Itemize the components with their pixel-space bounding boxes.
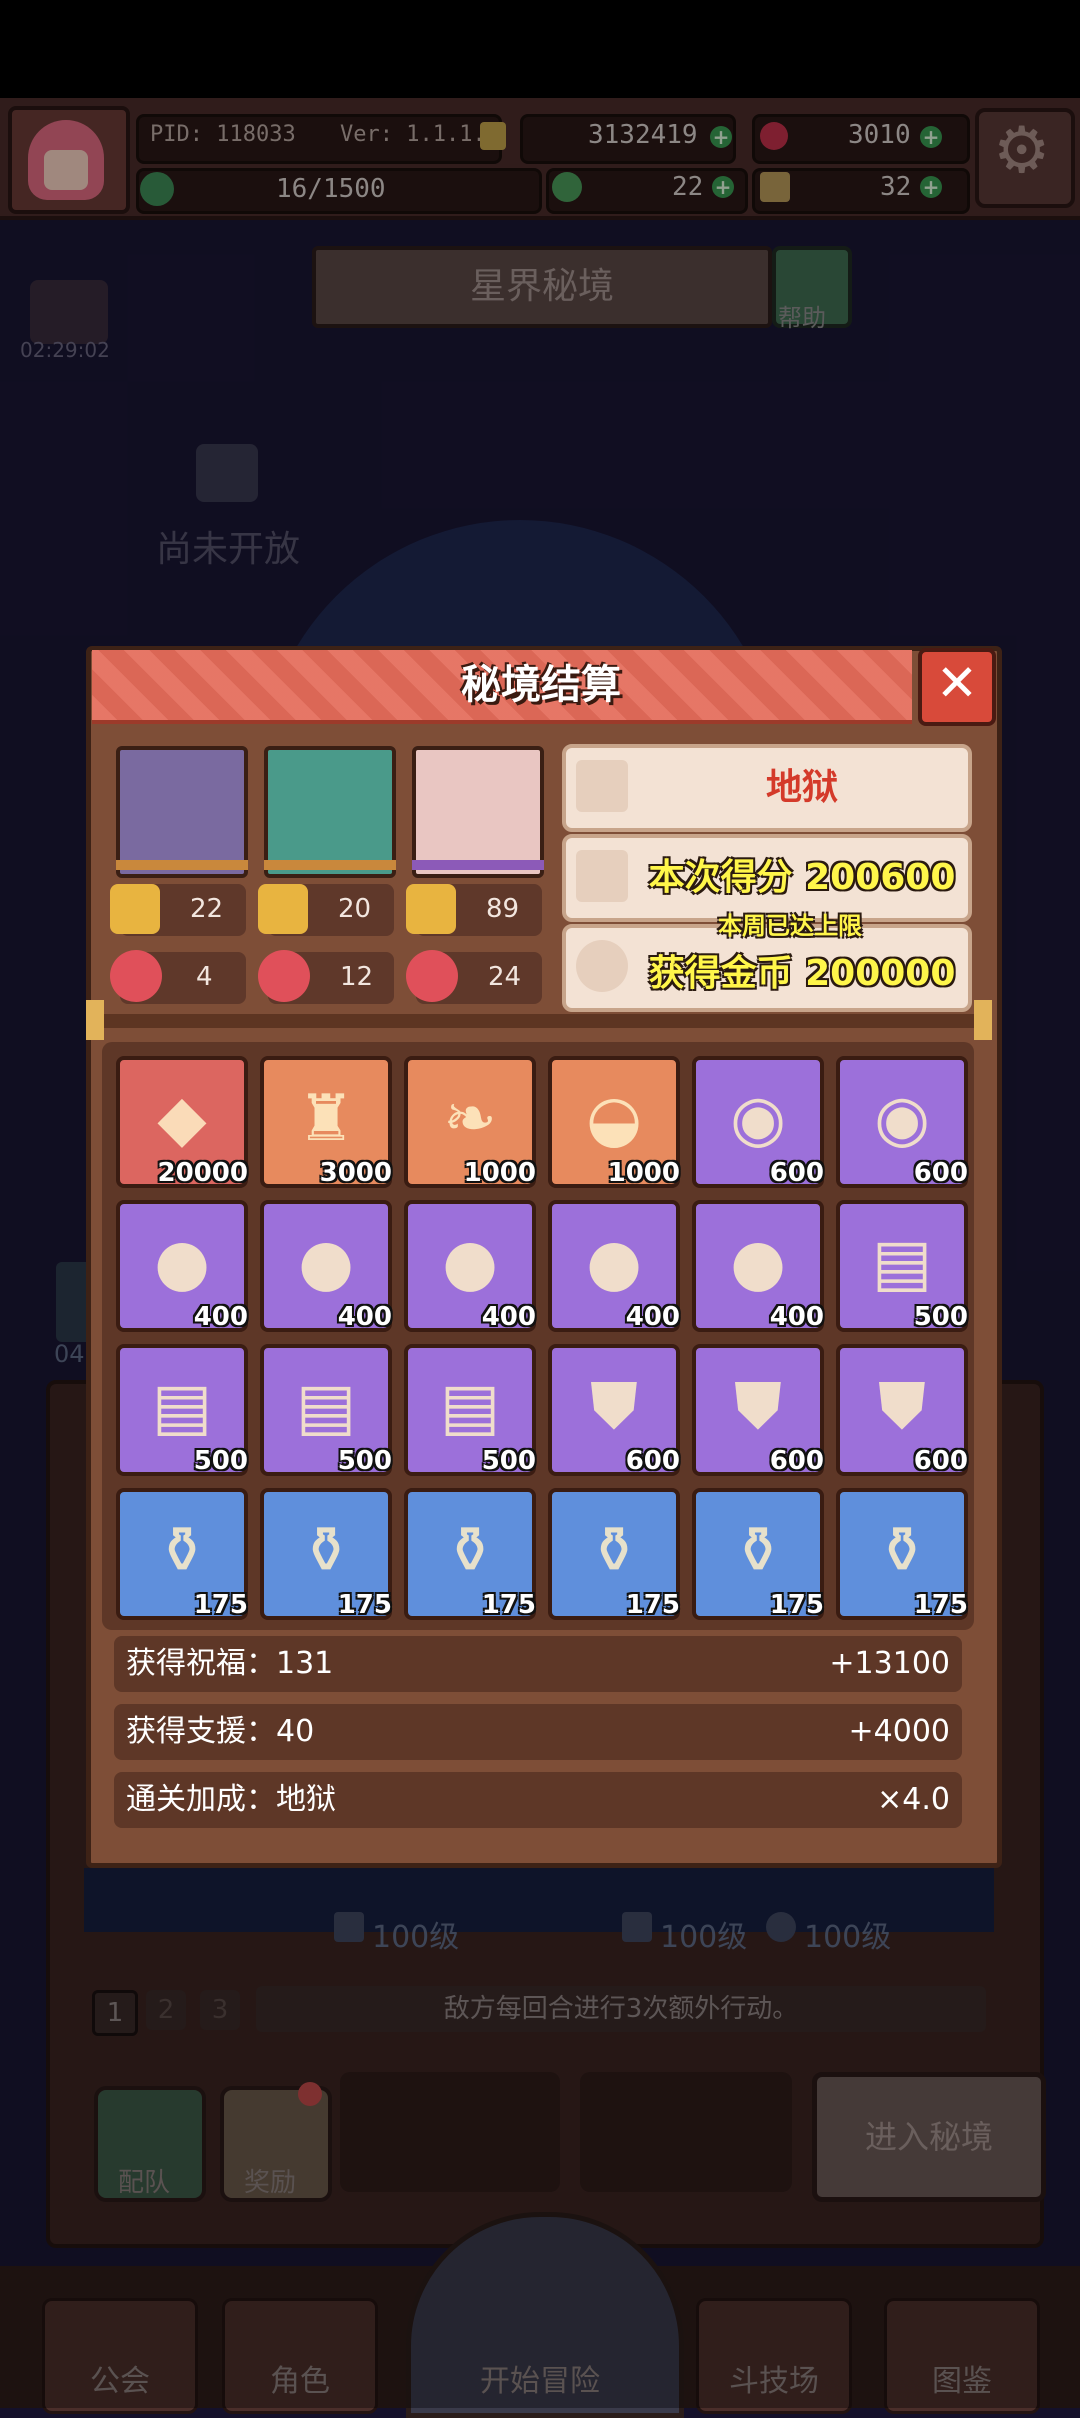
reward-item-9[interactable]: ● 400 bbox=[404, 1200, 536, 1332]
bonus-blessing-value: +13100 bbox=[829, 1646, 950, 1681]
reward-item-2[interactable]: ♜ 3000 bbox=[260, 1056, 392, 1188]
modal-divider bbox=[86, 1014, 992, 1028]
hero-3-trophy: 89 bbox=[486, 894, 520, 924]
trophy-icon bbox=[110, 884, 160, 934]
reward-item-10[interactable]: ● 400 bbox=[548, 1200, 680, 1332]
hero-1-rarity-strip bbox=[116, 860, 248, 870]
trophy-icon bbox=[258, 884, 308, 934]
bonus-clear-value: ×4.0 bbox=[877, 1782, 950, 1817]
reward-item-8[interactable]: ● 400 bbox=[260, 1200, 392, 1332]
reward-item-qty: 400 bbox=[337, 1302, 392, 1332]
reward-item-qty: 600 bbox=[913, 1446, 968, 1476]
reward-item-qty: 20000 bbox=[157, 1158, 248, 1188]
hero-2-medal: 12 bbox=[340, 962, 374, 992]
hero-1-trophy: 22 bbox=[190, 894, 224, 924]
reward-item-14[interactable]: ▤ 500 bbox=[260, 1344, 392, 1476]
reward-item-qty: 500 bbox=[481, 1446, 536, 1476]
hero-portrait-1 bbox=[116, 746, 248, 878]
reward-item-qty: 175 bbox=[769, 1590, 824, 1620]
hero-portrait-3 bbox=[412, 746, 544, 878]
reward-item-17[interactable]: ⛊ 600 bbox=[692, 1344, 824, 1476]
reward-item-19[interactable]: ⚱ 175 bbox=[116, 1488, 248, 1620]
reward-item-qty: 1000 bbox=[607, 1158, 680, 1188]
hero-3-medal: 24 bbox=[488, 962, 522, 992]
bonus-blessing-label: 获得祝福：131 bbox=[126, 1646, 334, 1681]
reward-item-qty: 600 bbox=[769, 1446, 824, 1476]
reward-item-qty: 175 bbox=[193, 1590, 248, 1620]
bonus-row-blessing: 获得祝福：131 +13100 bbox=[114, 1636, 962, 1692]
gold-text: 获得金币 200000 bbox=[648, 953, 956, 994]
reward-item-qty: 175 bbox=[625, 1590, 680, 1620]
right-gold-ornament bbox=[974, 1000, 992, 1040]
reward-item-13[interactable]: ▤ 500 bbox=[116, 1344, 248, 1476]
left-gold-ornament bbox=[86, 1000, 104, 1040]
hero-portrait-2 bbox=[264, 746, 396, 878]
bonus-support-value: +4000 bbox=[848, 1714, 950, 1749]
reward-item-qty: 600 bbox=[769, 1158, 824, 1188]
reward-item-4[interactable]: ◒ 1000 bbox=[548, 1056, 680, 1188]
bonus-support-label: 获得支援：40 bbox=[126, 1714, 315, 1749]
difficulty-box: 地狱 bbox=[562, 744, 972, 832]
reward-item-23[interactable]: ⚱ 175 bbox=[692, 1488, 824, 1620]
reward-item-12[interactable]: ▤ 500 bbox=[836, 1200, 968, 1332]
reward-item-qty: 500 bbox=[337, 1446, 392, 1476]
reward-item-15[interactable]: ▤ 500 bbox=[404, 1344, 536, 1476]
reward-item-7[interactable]: ● 400 bbox=[116, 1200, 248, 1332]
trophy-icon bbox=[406, 884, 456, 934]
reward-item-qty: 600 bbox=[913, 1158, 968, 1188]
reward-item-16[interactable]: ⛊ 600 bbox=[548, 1344, 680, 1476]
reward-item-qty: 175 bbox=[913, 1590, 968, 1620]
reward-item-qty: 3000 bbox=[319, 1158, 392, 1188]
reward-item-3[interactable]: ❧ 1000 bbox=[404, 1056, 536, 1188]
reward-item-qty: 175 bbox=[337, 1590, 392, 1620]
bonus-clear-label: 通关加成：地狱 bbox=[126, 1782, 336, 1817]
close-button[interactable]: ✕ bbox=[918, 648, 996, 726]
weekly-limit-text: 本周已达上限 bbox=[718, 912, 862, 940]
reward-item-11[interactable]: ● 400 bbox=[692, 1200, 824, 1332]
reward-item-5[interactable]: ◉ 600 bbox=[692, 1056, 824, 1188]
modal-title: 秘境结算 bbox=[461, 662, 621, 708]
coin-outline-icon bbox=[576, 940, 628, 992]
reward-item-qty: 400 bbox=[625, 1302, 680, 1332]
trophy-outline-icon bbox=[576, 850, 628, 902]
reward-item-21[interactable]: ⚱ 175 bbox=[404, 1488, 536, 1620]
reward-item-20[interactable]: ⚱ 175 bbox=[260, 1488, 392, 1620]
reward-item-24[interactable]: ⚱ 175 bbox=[836, 1488, 968, 1620]
hero-2-trophy: 20 bbox=[338, 894, 372, 924]
reward-item-qty: 500 bbox=[193, 1446, 248, 1476]
reward-item-22[interactable]: ⚱ 175 bbox=[548, 1488, 680, 1620]
bonus-row-support: 获得支援：40 +4000 bbox=[114, 1704, 962, 1760]
reward-item-6[interactable]: ◉ 600 bbox=[836, 1056, 968, 1188]
hero-3-rarity-strip bbox=[412, 860, 544, 870]
hero-2-rarity-strip bbox=[264, 860, 396, 870]
reward-item-qty: 600 bbox=[625, 1446, 680, 1476]
girl-token-icon bbox=[258, 950, 310, 1002]
reward-item-qty: 1000 bbox=[463, 1158, 536, 1188]
girl-token-icon bbox=[110, 950, 162, 1002]
reward-item-qty: 400 bbox=[769, 1302, 824, 1332]
reward-item-qty: 400 bbox=[193, 1302, 248, 1332]
hero-1-medal: 4 bbox=[196, 962, 213, 992]
reward-item-qty: 400 bbox=[481, 1302, 536, 1332]
reward-item-1[interactable]: ◆ 20000 bbox=[116, 1056, 248, 1188]
difficulty-text: 地狱 bbox=[765, 767, 838, 808]
reward-item-qty: 500 bbox=[913, 1302, 968, 1332]
reward-item-18[interactable]: ⛊ 600 bbox=[836, 1344, 968, 1476]
bonus-row-clear: 通关加成：地狱 ×4.0 bbox=[114, 1772, 962, 1828]
close-icon: ✕ bbox=[936, 654, 978, 712]
status-bar bbox=[0, 0, 1080, 98]
reward-item-qty: 175 bbox=[481, 1590, 536, 1620]
sword-icon bbox=[576, 760, 628, 812]
girl-token-icon bbox=[406, 950, 458, 1002]
